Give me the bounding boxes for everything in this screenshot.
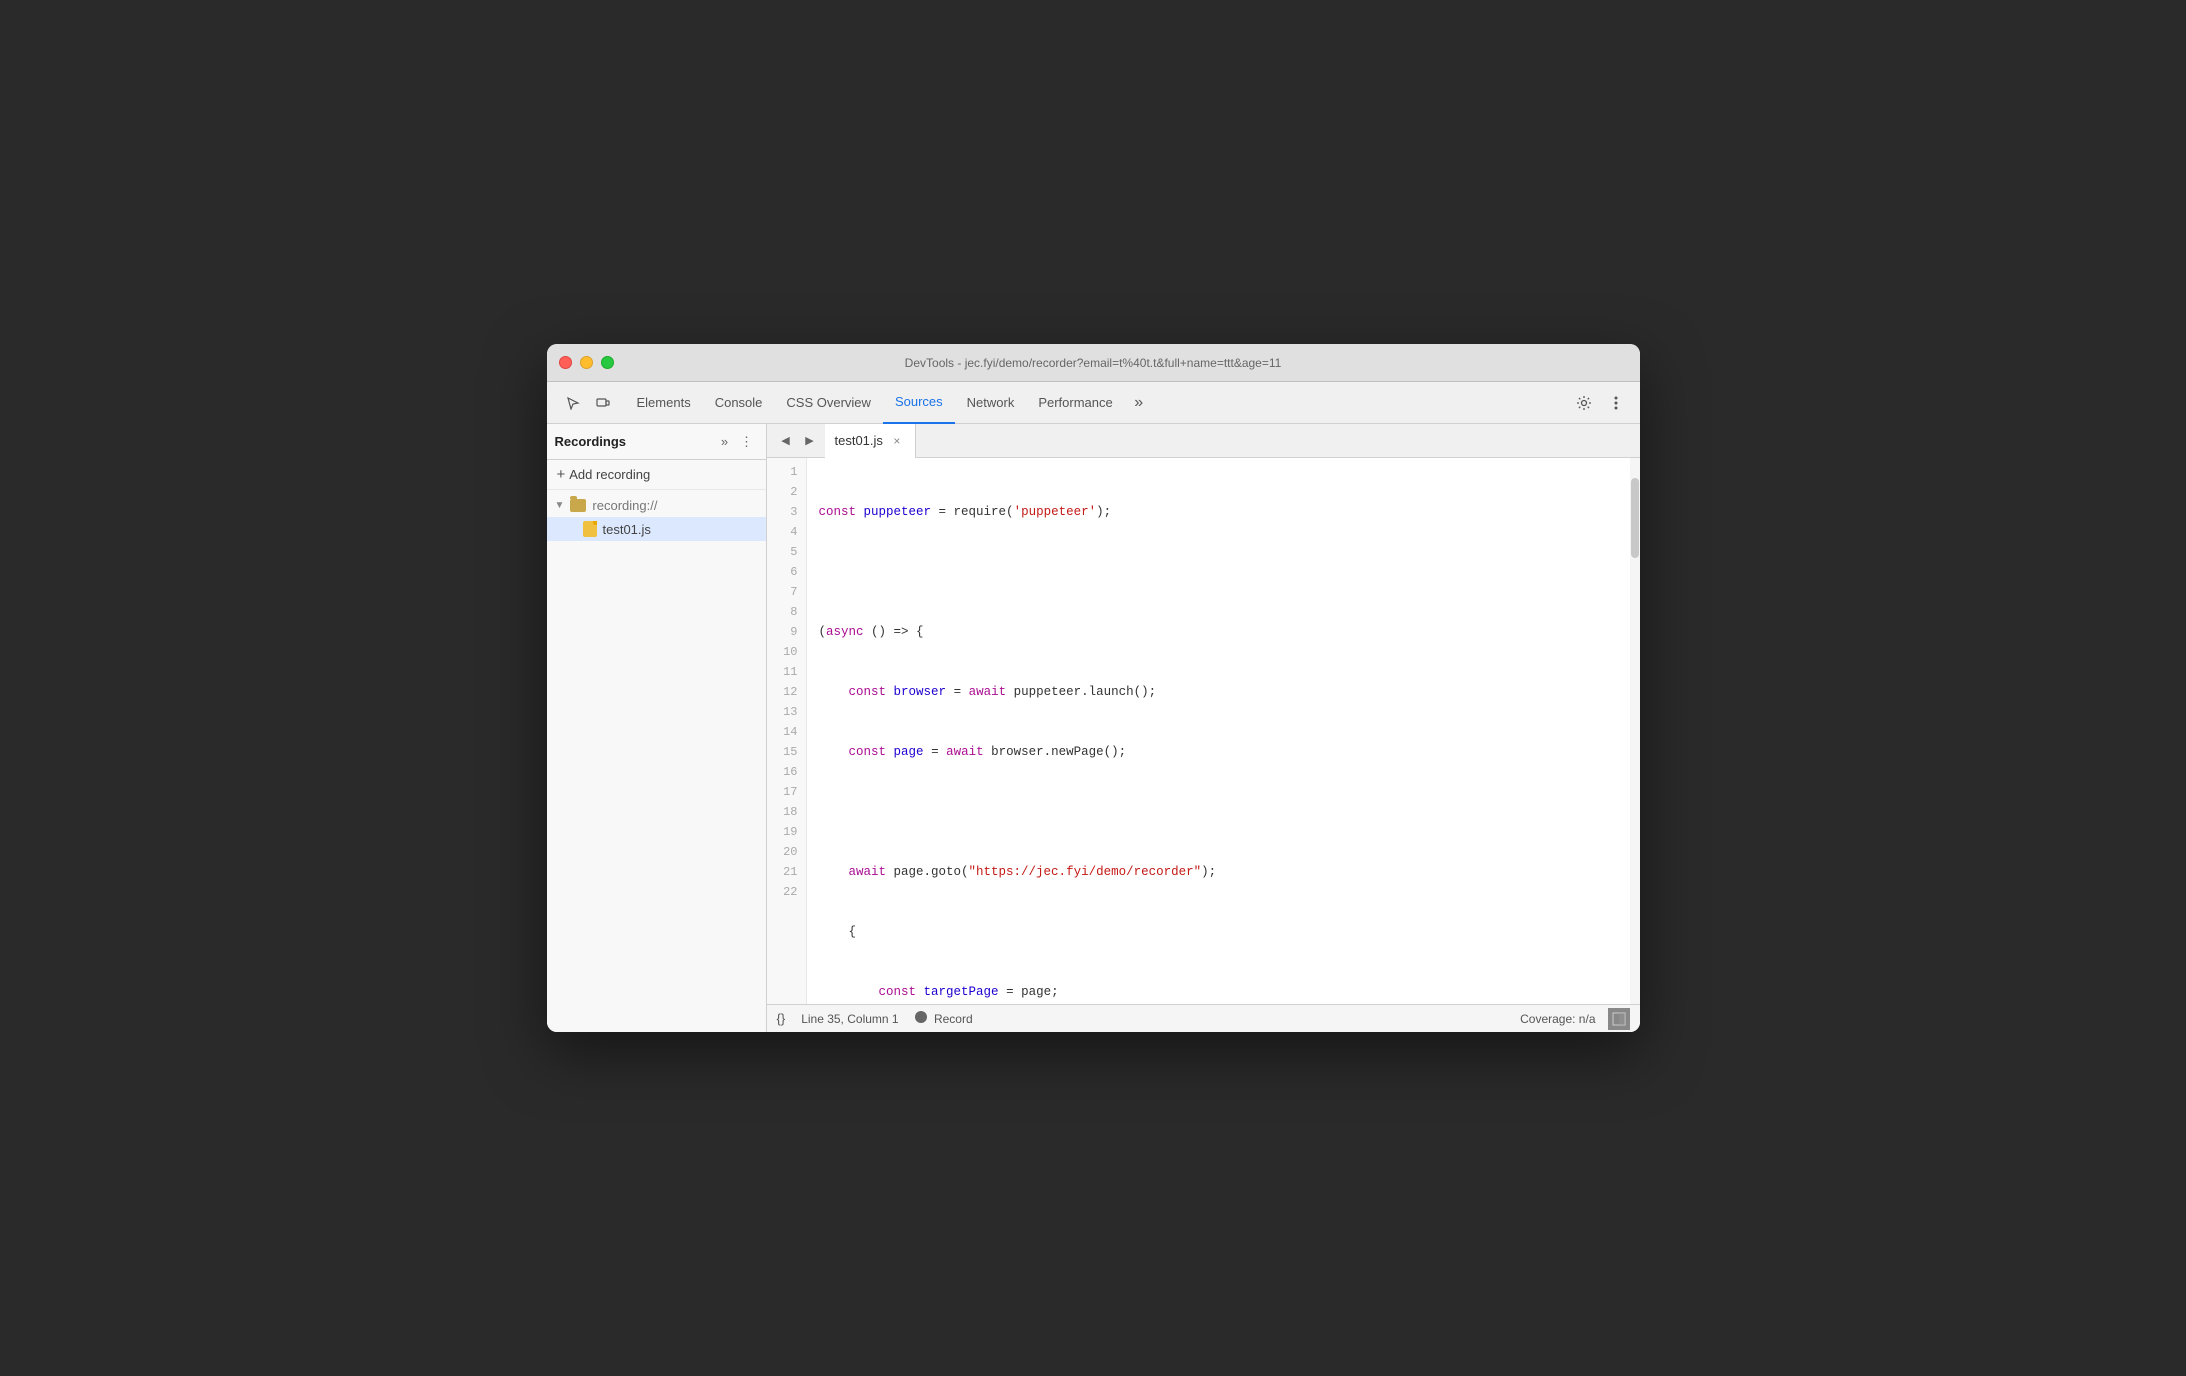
minimap-button[interactable] xyxy=(1608,1008,1630,1030)
folder-name: recording:// xyxy=(592,498,657,513)
dots-menu-icon[interactable] xyxy=(1602,389,1630,417)
device-icon[interactable] xyxy=(589,389,617,417)
code-line-6 xyxy=(819,802,1640,822)
status-bar: {} Line 35, Column 1 Record Coverage: n/… xyxy=(767,1004,1640,1032)
maximize-button[interactable] xyxy=(601,356,614,369)
file-tree: ▼ recording:// test01.js xyxy=(547,490,766,1032)
line-numbers: 1 2 3 4 5 6 7 8 9 10 11 12 13 14 15 16 1 xyxy=(767,458,807,1004)
tab-network[interactable]: Network xyxy=(955,382,1027,424)
code-line-1: const puppeteer = require('puppeteer'); xyxy=(819,502,1640,522)
code-line-8: { xyxy=(819,922,1640,942)
code-panel: ◀ ▶ test01.js × 1 2 3 4 5 6 7 8 xyxy=(767,424,1640,1032)
code-editor[interactable]: 1 2 3 4 5 6 7 8 9 10 11 12 13 14 15 16 1 xyxy=(767,458,1640,1004)
nav-icons xyxy=(551,389,625,417)
sidebar-title: Recordings xyxy=(555,434,714,449)
tab-sources[interactable]: Sources xyxy=(883,382,955,424)
tab-performance[interactable]: Performance xyxy=(1026,382,1124,424)
folder-item[interactable]: ▼ recording:// xyxy=(547,494,766,517)
sidebar: Recordings » ⋮ + Add recording ▼ recordi… xyxy=(547,424,767,1032)
close-tab-button[interactable]: × xyxy=(889,433,905,449)
record-dot-icon xyxy=(915,1011,927,1023)
folder-arrow-icon: ▼ xyxy=(555,500,565,511)
code-tabs: ◀ ▶ test01.js × xyxy=(767,424,1640,458)
code-line-9: const targetPage = page; xyxy=(819,982,1640,1002)
format-button[interactable]: {} xyxy=(777,1011,786,1026)
cursor-position: Line 35, Column 1 xyxy=(801,1012,898,1026)
code-line-7: await page.goto("https://jec.fyi/demo/re… xyxy=(819,862,1640,882)
code-file-tab[interactable]: test01.js × xyxy=(825,424,916,458)
settings-icon[interactable] xyxy=(1570,389,1598,417)
file-name: test01.js xyxy=(603,522,651,537)
code-line-3: (async () => { xyxy=(819,622,1640,642)
tab-css-overview[interactable]: CSS Overview xyxy=(774,382,883,424)
right-icons xyxy=(1564,389,1636,417)
minimize-button[interactable] xyxy=(580,356,593,369)
cursor-icon[interactable] xyxy=(559,389,587,417)
file-item[interactable]: test01.js xyxy=(547,517,766,541)
sidebar-more-button[interactable]: » xyxy=(714,431,736,453)
nav-forward-button[interactable]: ▶ xyxy=(799,430,821,452)
add-recording-label: Add recording xyxy=(569,467,650,482)
file-icon xyxy=(583,521,597,537)
folder-icon xyxy=(570,499,586,512)
plus-icon: + xyxy=(557,466,566,483)
code-line-4: const browser = await puppeteer.launch()… xyxy=(819,682,1640,702)
sidebar-header: Recordings » ⋮ xyxy=(547,424,766,460)
code-tab-nav: ◀ ▶ xyxy=(771,430,825,452)
coverage-label: Coverage: n/a xyxy=(1520,1012,1595,1026)
sidebar-menu-button[interactable]: ⋮ xyxy=(736,431,758,453)
close-button[interactable] xyxy=(559,356,572,369)
devtools-body: Recordings » ⋮ + Add recording ▼ recordi… xyxy=(547,424,1640,1032)
titlebar: DevTools - jec.fyi/demo/recorder?email=t… xyxy=(547,344,1640,382)
code-line-2 xyxy=(819,562,1640,582)
traffic-lights xyxy=(559,356,614,369)
scrollbar-track[interactable] xyxy=(1630,458,1640,1004)
code-line-5: const page = await browser.newPage(); xyxy=(819,742,1640,762)
devtools-tabbar: Elements Console CSS Overview Sources Ne… xyxy=(547,382,1640,424)
tab-console[interactable]: Console xyxy=(703,382,775,424)
more-tabs-button[interactable]: » xyxy=(1125,389,1153,417)
tab-elements[interactable]: Elements xyxy=(625,382,703,424)
nav-back-button[interactable]: ◀ xyxy=(775,430,797,452)
code-file-tab-label: test01.js xyxy=(835,433,883,448)
scrollbar-thumb[interactable] xyxy=(1631,478,1639,558)
window-title: DevTools - jec.fyi/demo/recorder?email=t… xyxy=(905,356,1282,370)
status-right: Coverage: n/a xyxy=(1520,1008,1629,1030)
record-button[interactable]: Record xyxy=(915,1011,973,1026)
add-recording-button[interactable]: + Add recording xyxy=(547,460,766,490)
devtools-window: DevTools - jec.fyi/demo/recorder?email=t… xyxy=(547,344,1640,1032)
code-content: const puppeteer = require('puppeteer'); … xyxy=(807,458,1640,1004)
